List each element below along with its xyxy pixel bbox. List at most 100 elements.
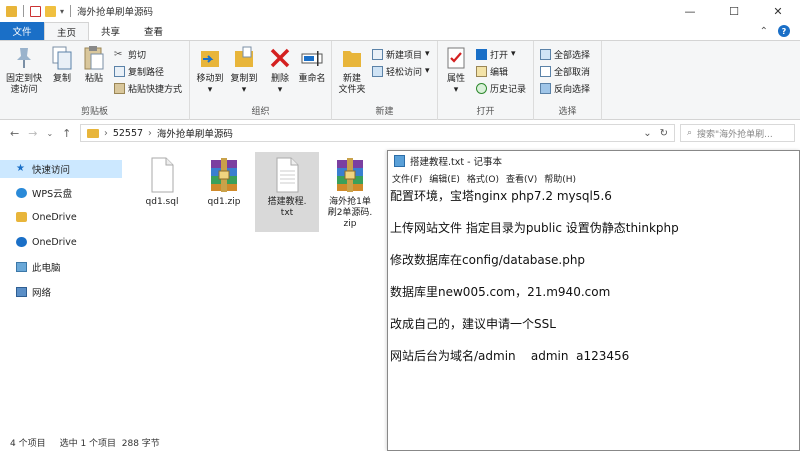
paste-shortcut-button[interactable]: 粘贴快捷方式 <box>114 81 182 95</box>
move-to-button[interactable]: 移动到 ▾ <box>194 45 226 96</box>
history-icon <box>476 82 487 94</box>
cloud-icon <box>16 188 27 198</box>
nav-item-wps-cloud[interactable]: WPS云盘 <box>16 184 72 202</box>
copy-button[interactable]: 复制 <box>48 45 76 85</box>
nav-item-quick-access[interactable]: ★ 快速访问 <box>0 160 122 178</box>
tab-share[interactable]: 共享 <box>89 22 132 40</box>
notepad-window: 搭建教程.txt - 记事本 文件(F) 编辑(E) 格式(O) 查看(V) 帮… <box>387 150 800 451</box>
tab-view[interactable]: 查看 <box>132 22 175 40</box>
computer-icon <box>16 262 27 272</box>
cut-button[interactable]: ✂ 剪切 <box>114 47 146 61</box>
history-button[interactable]: 历史记录 <box>476 81 526 95</box>
properties-button[interactable]: 属性 ▾ <box>442 45 470 96</box>
tab-home[interactable]: 主页 <box>44 22 90 40</box>
pin-icon <box>12 45 36 71</box>
nav-item-this-pc[interactable]: 此电脑 <box>16 258 61 276</box>
invert-selection-button[interactable]: 反向选择 <box>540 81 590 95</box>
pin-quick-access-button[interactable]: 固定到快 速访问 <box>4 45 44 96</box>
chevron-down-icon[interactable]: ⌄ <box>643 128 651 139</box>
properties-icon <box>444 45 468 71</box>
invert-selection-icon <box>540 82 551 94</box>
file-name: qd1.zip <box>207 197 241 207</box>
address-path[interactable]: › 52557 › 海外抢单刷单源码 ⌄ ↻ <box>80 124 675 142</box>
archive-icon <box>337 158 363 192</box>
file-item-tutorial-txt[interactable]: 搭建教程. txt <box>255 152 319 232</box>
notepad-text-area[interactable]: 配置环境，宝塔nginx php7.2 mysql5.6 上传网站文件 指定目录… <box>388 185 799 385</box>
select-none-icon <box>540 65 551 77</box>
nav-item-network[interactable]: 网络 <box>16 283 51 301</box>
new-folder-button[interactable]: 新建 文件夹 <box>336 45 368 96</box>
cloud-icon <box>16 237 27 247</box>
file-item-source-zip[interactable]: 海外抢1单 刷2单源码. zip <box>318 152 382 230</box>
close-button[interactable]: ✕ <box>756 0 800 22</box>
search-box[interactable]: ⌕ 搜索"海外抢单刷... <box>680 124 795 142</box>
cloud-icon <box>16 212 27 222</box>
chevron-down-icon[interactable]: ▾ <box>60 7 64 16</box>
folder-icon <box>87 128 99 138</box>
select-none-button[interactable]: 全部取消 <box>540 64 590 78</box>
nav-item-onedrive[interactable]: OneDrive <box>16 233 77 251</box>
select-all-icon <box>540 48 551 60</box>
maximize-button[interactable]: ☐ <box>712 0 756 22</box>
forward-arrow-icon[interactable]: → <box>28 127 37 140</box>
help-icon[interactable]: ? <box>778 25 790 37</box>
back-arrow-icon[interactable]: ← <box>10 127 19 140</box>
paste-shortcut-icon <box>114 82 125 94</box>
menu-help[interactable]: 帮助(H) <box>544 172 576 185</box>
new-item-icon <box>372 48 383 60</box>
clipboard-icon <box>82 45 106 71</box>
chevron-down-icon[interactable]: ⌄ <box>46 129 53 138</box>
file-name: 搭建教程. txt <box>267 197 307 218</box>
select-all-button[interactable]: 全部选择 <box>540 47 590 61</box>
select-group: 全部选择 全部取消 反向选择 选择 <box>534 41 602 120</box>
chevron-right-icon[interactable]: › <box>104 128 108 139</box>
paste-button[interactable]: 粘贴 <box>80 45 108 85</box>
network-icon <box>16 287 27 297</box>
folder-icon[interactable] <box>6 5 17 17</box>
breadcrumb-item[interactable]: 52557 <box>113 128 143 139</box>
new-folder-icon[interactable] <box>45 5 56 17</box>
file-item-qd1-zip[interactable]: qd1.zip <box>192 152 256 208</box>
group-label-organize: 组织 <box>251 107 270 117</box>
text-line: 修改数据库在config/database.php <box>390 253 586 267</box>
search-placeholder: 搜索"海外抢单刷... <box>697 129 773 140</box>
new-folder-icon <box>340 45 364 71</box>
status-bar: 4 个项目 选中 1 个项目 288 字节 <box>0 433 388 451</box>
file-item-qd1-sql[interactable]: qd1.sql <box>130 152 194 208</box>
menu-file[interactable]: 文件(F) <box>392 172 422 185</box>
chevron-up-icon[interactable]: ⌃ <box>760 26 768 37</box>
tab-file[interactable]: 文件 <box>0 22 44 40</box>
selection-info: 选中 1 个项目 288 字节 <box>59 438 160 449</box>
ribbon-tabs: 文件 主页 共享 查看 ⌃ ? <box>0 22 800 40</box>
document-icon <box>276 157 299 193</box>
chevron-right-icon[interactable]: › <box>148 128 152 139</box>
menu-view[interactable]: 查看(V) <box>506 172 537 185</box>
new-item-button[interactable]: 新建项目 ▾ <box>372 47 430 61</box>
edit-button[interactable]: 编辑 <box>476 64 508 78</box>
copy-path-button[interactable]: 复制路径 <box>114 64 164 78</box>
delete-button[interactable]: 删除 ▾ <box>266 45 294 96</box>
nav-item-onedrive[interactable]: OneDrive <box>16 208 77 226</box>
up-arrow-icon[interactable]: ↑ <box>62 127 71 140</box>
menu-edit[interactable]: 编辑(E) <box>429 172 460 185</box>
ribbon: 固定到快 速访问 复制 粘贴 ✂ 剪切 复制路径 粘贴快捷方式 剪贴板 移动到 … <box>0 40 800 120</box>
copy-icon <box>50 45 74 71</box>
refresh-icon[interactable]: ↻ <box>660 128 668 139</box>
notepad-menu-bar: 文件(F) 编辑(E) 格式(O) 查看(V) 帮助(H) <box>388 171 799 185</box>
group-label-select: 选择 <box>558 107 577 117</box>
menu-format[interactable]: 格式(O) <box>467 172 499 185</box>
file-name: 海外抢1单 刷2单源码. zip <box>327 197 373 229</box>
chevron-down-icon: ▾ <box>241 85 247 95</box>
minimize-button[interactable]: — <box>668 0 712 22</box>
notepad-title: 搭建教程.txt - 记事本 <box>410 157 503 168</box>
breadcrumb-item[interactable]: 海外抢单刷单源码 <box>157 126 233 140</box>
text-line: 配置环境，宝塔nginx php7.2 mysql5.6 <box>390 189 612 203</box>
open-button[interactable]: 打开 ▾ <box>476 47 516 61</box>
properties-icon[interactable] <box>30 5 41 17</box>
rename-button[interactable]: 重命名 <box>296 45 328 85</box>
easy-access-button[interactable]: 轻松访问 ▾ <box>372 64 430 78</box>
text-line: 数据库里new005.com，21.m940.com <box>390 285 611 299</box>
window-title: 海外抢单刷单源码 <box>77 7 154 18</box>
quick-access-toolbar: ▾ <box>0 5 73 17</box>
copy-to-button[interactable]: 复制到 ▾ <box>228 45 260 96</box>
